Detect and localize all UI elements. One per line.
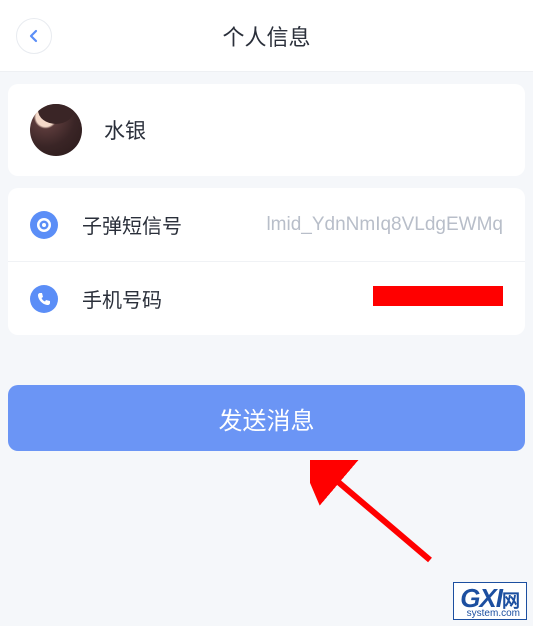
phone-row[interactable]: 手机号码 bbox=[8, 262, 525, 335]
phone-label: 手机号码 bbox=[82, 284, 162, 313]
message-icon bbox=[30, 211, 58, 239]
watermark-sub: system.com bbox=[460, 609, 520, 619]
sms-id-label: 子弹短信号 bbox=[82, 210, 182, 239]
profile-card[interactable]: 水银 bbox=[8, 84, 525, 176]
back-button[interactable] bbox=[16, 18, 52, 54]
sms-id-row[interactable]: 子弹短信号 lmid_YdnNmIq8VLdgEWMq bbox=[8, 188, 525, 262]
phone-value bbox=[178, 286, 503, 312]
header: 个人信息 bbox=[0, 0, 533, 72]
avatar bbox=[30, 104, 82, 156]
sms-id-value: lmid_YdnNmIq8VLdgEWMq bbox=[198, 214, 503, 236]
arrow-annotation bbox=[310, 460, 450, 580]
info-card: 子弹短信号 lmid_YdnNmIq8VLdgEWMq 手机号码 bbox=[8, 188, 525, 335]
phone-icon bbox=[30, 285, 58, 313]
username: 水银 bbox=[104, 115, 146, 145]
chevron-left-icon bbox=[28, 29, 40, 43]
send-message-button[interactable]: 发送消息 bbox=[8, 385, 525, 451]
page-title: 个人信息 bbox=[0, 20, 533, 52]
phone-redacted bbox=[373, 286, 503, 306]
send-message-label: 发送消息 bbox=[219, 401, 315, 436]
watermark: GXI网 system.com bbox=[453, 582, 527, 620]
